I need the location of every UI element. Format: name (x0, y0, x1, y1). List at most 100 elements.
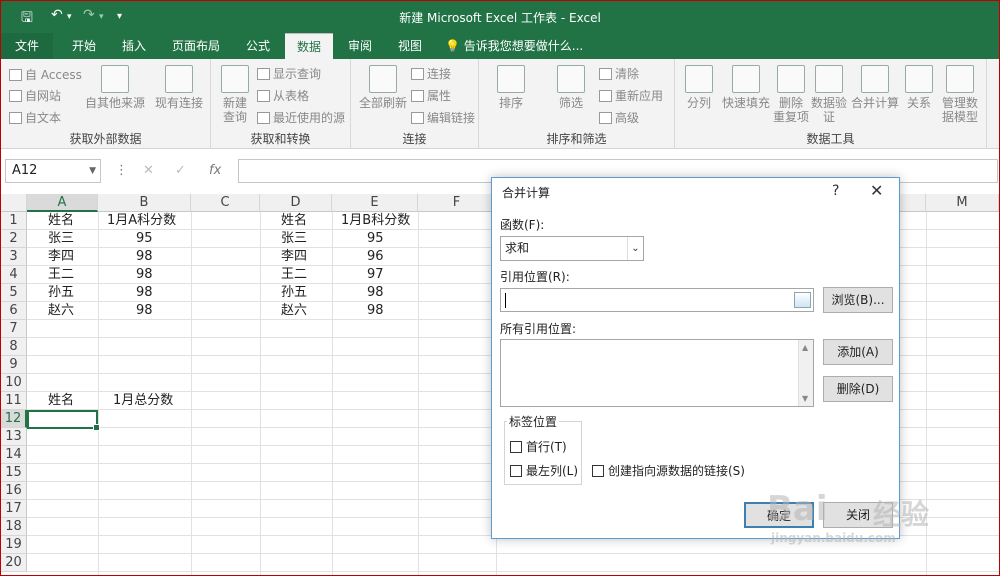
tab-home[interactable]: 开始 (61, 33, 107, 59)
cell[interactable]: 98 (136, 284, 153, 302)
cell[interactable]: 98 (367, 302, 384, 320)
flash-fill-button[interactable]: 快速填充 (719, 65, 773, 110)
left-column-checkbox[interactable]: 最左列(L) (510, 462, 578, 479)
existing-connections-button[interactable]: 现有连接 (151, 65, 207, 110)
cancel-icon[interactable]: ✕ (143, 163, 154, 178)
column-header[interactable]: B (98, 194, 191, 212)
column-header[interactable]: D (260, 194, 332, 212)
cell[interactable]: 赵六 (281, 302, 307, 320)
column-header[interactable]: F (418, 194, 496, 212)
scroll-down-icon[interactable]: ▼ (802, 394, 808, 403)
remove-duplicates-button[interactable]: 删除 重复项 (771, 65, 811, 124)
row-header[interactable]: 2 (1, 230, 27, 248)
row-header[interactable]: 17 (1, 500, 27, 518)
cell[interactable]: 姓名 (48, 392, 74, 410)
from-text-button[interactable]: 自文本 (9, 109, 61, 126)
browse-button[interactable]: 浏览(B)... (823, 287, 893, 313)
all-references-list[interactable]: ▲ ▼ (500, 339, 814, 407)
tab-data[interactable]: 数据 (285, 33, 333, 59)
name-box[interactable]: A12 ▼ (5, 159, 101, 183)
create-links-checkbox[interactable]: 创建指向源数据的链接(S) (592, 462, 745, 479)
chevron-down-icon[interactable]: ▼ (89, 160, 96, 182)
from-other-sources-button[interactable]: 自其他来源 (85, 65, 145, 110)
scrollbar[interactable]: ▲ ▼ (798, 340, 813, 406)
range-picker-icon[interactable] (794, 292, 811, 308)
cell[interactable]: 98 (136, 302, 153, 320)
row-header[interactable]: 5 (1, 284, 27, 302)
cell[interactable]: 王二 (281, 266, 307, 284)
tab-formulas[interactable]: 公式 (235, 33, 281, 59)
cell[interactable]: 1月A科分数 (107, 212, 176, 230)
row-header[interactable]: 8 (1, 338, 27, 356)
row-header[interactable]: 11 (1, 392, 27, 410)
sort-button[interactable]: 排序 (485, 65, 537, 110)
select-all-corner[interactable] (1, 194, 27, 212)
row-header[interactable]: 18 (1, 518, 27, 536)
row-header[interactable]: 14 (1, 446, 27, 464)
cell[interactable]: 赵六 (48, 302, 74, 320)
row-header[interactable]: 3 (1, 248, 27, 266)
cell[interactable]: 98 (136, 266, 153, 284)
delete-button[interactable]: 删除(D) (823, 376, 893, 402)
top-row-checkbox[interactable]: 首行(T) (510, 438, 567, 455)
new-query-button[interactable]: 新建 查询 (215, 65, 255, 124)
column-header[interactable]: C (191, 194, 260, 212)
tab-file[interactable]: 文件 (1, 33, 53, 59)
tab-page-layout[interactable]: 页面布局 (165, 33, 227, 59)
row-header[interactable]: 20 (1, 554, 27, 572)
cell[interactable]: 95 (367, 230, 384, 248)
cell[interactable]: 1月总分数 (113, 392, 173, 410)
row-header[interactable]: 19 (1, 536, 27, 554)
cell[interactable]: 李四 (48, 248, 74, 266)
tab-review[interactable]: 审阅 (337, 33, 383, 59)
cell[interactable]: 姓名 (48, 212, 74, 230)
cell[interactable]: 孙五 (281, 284, 307, 302)
row-header[interactable]: 16 (1, 482, 27, 500)
column-header[interactable]: A (27, 194, 98, 212)
recent-sources-button[interactable]: 最近使用的源 (257, 109, 345, 126)
cell[interactable]: 96 (367, 248, 384, 266)
tell-me-box[interactable]: 💡 告诉我您想要做什么... (445, 33, 583, 59)
chevron-down-icon[interactable]: ⌄ (627, 237, 643, 260)
active-cell[interactable] (27, 410, 100, 431)
manage-data-model-button[interactable]: 管理数 据模型 (937, 65, 983, 124)
from-access-button[interactable]: 自 Access (9, 66, 82, 83)
cell[interactable]: 98 (367, 284, 384, 302)
row-header[interactable]: 10 (1, 374, 27, 392)
cell[interactable]: 孙五 (48, 284, 74, 302)
row-header[interactable]: 9 (1, 356, 27, 374)
filter-button[interactable]: 筛选 (549, 65, 593, 110)
cell[interactable]: 97 (367, 266, 384, 284)
row-header[interactable]: 7 (1, 320, 27, 338)
data-validation-button[interactable]: 数据验 证 (809, 65, 849, 124)
cell[interactable]: 张三 (48, 230, 74, 248)
cell[interactable]: 95 (136, 230, 153, 248)
properties-button[interactable]: 属性 (411, 87, 451, 104)
cell[interactable]: 张三 (281, 230, 307, 248)
row-header[interactable]: 4 (1, 266, 27, 284)
consolidate-button[interactable]: 合并计算 (849, 65, 901, 110)
advanced-button[interactable]: 高级 (599, 109, 639, 126)
cell[interactable]: 1月B科分数 (341, 212, 410, 230)
edit-links-button[interactable]: 编辑链接 (411, 109, 475, 126)
column-header[interactable]: E (332, 194, 418, 212)
row-header[interactable]: 15 (1, 464, 27, 482)
enter-icon[interactable]: ✓ (175, 163, 186, 178)
tab-view[interactable]: 视图 (387, 33, 433, 59)
tab-insert[interactable]: 插入 (111, 33, 157, 59)
close-icon[interactable]: ✕ (870, 181, 883, 200)
refresh-all-button[interactable]: 全部刷新 (355, 65, 411, 110)
insert-function-icon[interactable]: fx (209, 163, 221, 178)
reference-input[interactable] (500, 288, 814, 312)
from-web-button[interactable]: 自网站 (9, 87, 61, 104)
text-to-columns-button[interactable]: 分列 (679, 65, 719, 110)
from-table-button[interactable]: 从表格 (257, 87, 309, 104)
cell[interactable]: 98 (136, 248, 153, 266)
connections-button[interactable]: 连接 (411, 65, 451, 82)
relationships-button[interactable]: 关系 (901, 65, 937, 110)
add-button[interactable]: 添加(A) (823, 339, 893, 365)
cell[interactable]: 王二 (48, 266, 74, 284)
help-icon[interactable]: ? (832, 183, 839, 199)
reapply-button[interactable]: 重新应用 (599, 87, 663, 104)
scroll-up-icon[interactable]: ▲ (802, 343, 808, 352)
